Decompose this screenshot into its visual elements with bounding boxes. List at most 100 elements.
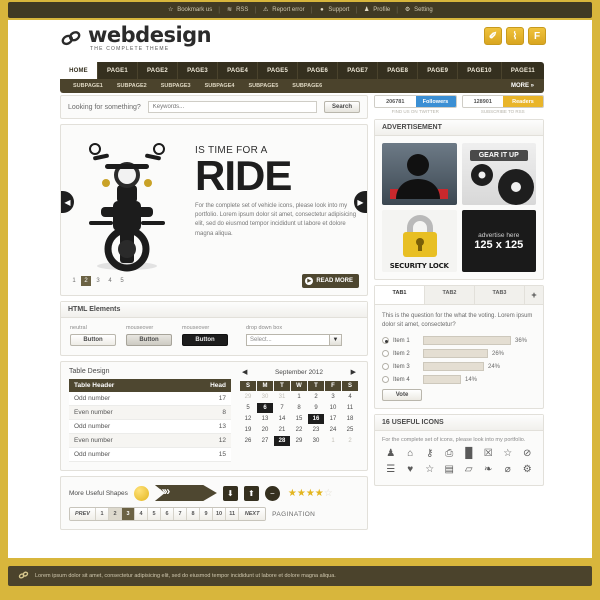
calendar-day[interactable]: 24 xyxy=(325,425,341,435)
pagination-prev[interactable]: PREV xyxy=(70,508,96,520)
nav-item-page5[interactable]: PAGE5 xyxy=(258,62,299,79)
nav-item-page6[interactable]: PAGE6 xyxy=(298,62,339,79)
ad-advertise-here[interactable]: advertise here 125 x 125 xyxy=(461,210,536,272)
poll-radio[interactable] xyxy=(382,350,389,357)
no-entry-icon[interactable]: ⊘ xyxy=(519,447,537,461)
calendar-day[interactable]: 14 xyxy=(274,414,290,424)
top-bar-item-setting[interactable]: ⚙ Setting xyxy=(398,7,439,14)
calendar-day[interactable]: 5 xyxy=(240,403,256,413)
calendar-day[interactable]: 1 xyxy=(291,392,307,402)
ad-im-georgia[interactable]: I'm Georgia xyxy=(382,143,457,205)
minus-button[interactable]: − xyxy=(264,485,280,501)
star-outline-icon[interactable]: ☆ xyxy=(421,463,439,477)
twitter-icon[interactable]: ✐ xyxy=(484,27,502,45)
nav-subitem-subpage5[interactable]: SUBPAGE5 xyxy=(241,83,285,89)
star-filled[interactable]: ★ xyxy=(297,488,306,499)
slider-dot-4[interactable]: 4 xyxy=(105,276,115,286)
search-input[interactable] xyxy=(147,101,317,113)
calendar-day[interactable]: 19 xyxy=(240,425,256,435)
nav-subitem-subpage4[interactable]: SUBPAGE4 xyxy=(198,83,242,89)
tab-tab3[interactable]: TAB3 xyxy=(475,286,525,304)
calendar-day[interactable]: 7 xyxy=(274,403,290,413)
nav-item-page9[interactable]: PAGE9 xyxy=(418,62,459,79)
pagination-page-8[interactable]: 8 xyxy=(187,508,200,520)
tag-icon[interactable]: ▱ xyxy=(460,463,478,477)
poll-radio[interactable] xyxy=(382,376,389,383)
nav-item-home[interactable]: HOME xyxy=(60,62,98,79)
search-button[interactable]: Search xyxy=(324,101,360,113)
pagination-page-10[interactable]: 10 xyxy=(213,508,227,520)
nav-item-page3[interactable]: PAGE3 xyxy=(178,62,219,79)
calendar-day[interactable]: 1 xyxy=(325,436,341,446)
ad-gear-it-up[interactable]: GEAR IT UP xyxy=(461,143,536,205)
poll-radio[interactable] xyxy=(382,337,389,344)
home-icon[interactable]: ⌂ xyxy=(402,447,420,461)
star-empty[interactable]: ☆ xyxy=(324,488,333,499)
pagination-page-1[interactable]: 1 xyxy=(96,508,109,520)
calendar-day[interactable]: 11 xyxy=(342,403,358,413)
calendar-day[interactable]: 25 xyxy=(342,425,358,435)
calendar-day[interactable]: 8 xyxy=(291,403,307,413)
book-icon[interactable]: ▤ xyxy=(441,463,459,477)
calendar-day[interactable]: 29 xyxy=(240,392,256,402)
slider-dot-1[interactable]: 1 xyxy=(69,276,79,286)
calendar-day[interactable]: 2 xyxy=(308,392,324,402)
calendar-day[interactable]: 23 xyxy=(308,425,324,435)
nav-more-link[interactable]: MORE » xyxy=(511,83,538,89)
star-rating[interactable]: ★ ★ ★ ★ ☆ xyxy=(288,488,333,499)
calendar-day[interactable]: 30 xyxy=(257,392,273,402)
nav-subitem-subpage3[interactable]: SUBPAGE3 xyxy=(154,83,198,89)
counter-label[interactable]: Readers xyxy=(503,96,543,107)
pagination-next[interactable]: NEXT xyxy=(239,508,266,520)
star-half[interactable]: ★ xyxy=(315,488,324,499)
calendar-day[interactable]: 12 xyxy=(240,414,256,424)
calendar-day[interactable]: 31 xyxy=(274,392,290,402)
calendar-prev-button[interactable]: ◀ xyxy=(242,368,247,376)
arrow-up-button[interactable]: ⬆ xyxy=(243,485,259,501)
calendar-day[interactable]: 10 xyxy=(325,403,341,413)
pagination-page-9[interactable]: 9 xyxy=(200,508,213,520)
slider-dot-5[interactable]: 5 xyxy=(117,276,127,286)
button-neutral[interactable]: Button xyxy=(70,334,116,346)
top-bar-item-support[interactable]: ● Support xyxy=(312,7,355,14)
star-icon[interactable]: ☆ xyxy=(499,447,517,461)
top-bar-item-profile[interactable]: ♟ Profile xyxy=(357,7,396,14)
forbidden-icon[interactable]: ⌀ xyxy=(499,463,517,477)
counter-label[interactable]: Followers xyxy=(415,96,456,107)
calendar-day[interactable]: 16 xyxy=(308,414,324,424)
bar-chart-icon[interactable]: █ xyxy=(460,447,478,461)
key-icon[interactable]: ⚷ xyxy=(421,447,439,461)
slider-dot-3[interactable]: 3 xyxy=(93,276,103,286)
nav-subitem-subpage6[interactable]: SUBPAGE6 xyxy=(285,83,329,89)
tab-tab2[interactable]: TAB2 xyxy=(425,286,475,304)
calendar-day[interactable]: 18 xyxy=(342,414,358,424)
poll-radio[interactable] xyxy=(382,363,389,370)
ad-security-lock[interactable]: SECURITY LOCK xyxy=(382,210,457,272)
video-camera-icon[interactable]: ⎙ xyxy=(441,447,459,461)
calendar-day[interactable]: 20 xyxy=(257,425,273,435)
calendar-day[interactable]: 15 xyxy=(291,414,307,424)
calendar-day[interactable]: 9 xyxy=(308,403,324,413)
nav-item-page7[interactable]: PAGE7 xyxy=(338,62,379,79)
rss-icon[interactable]: ⌇ xyxy=(506,27,524,45)
calendar-day[interactable]: 30 xyxy=(308,436,324,446)
calendar-day[interactable]: 26 xyxy=(240,436,256,446)
slider-dot-2[interactable]: 2 xyxy=(81,276,91,286)
nav-item-page10[interactable]: PAGE10 xyxy=(458,62,502,79)
user-icon[interactable]: ♟ xyxy=(382,447,400,461)
read-more-button[interactable]: ▶ READ MORE xyxy=(302,274,359,288)
logo[interactable]: webdesign THE COMPLETE THEME xyxy=(60,25,212,52)
nav-item-page1[interactable]: PAGE1 xyxy=(98,62,138,79)
pagination-page-5[interactable]: 5 xyxy=(148,508,161,520)
dropdown-select[interactable]: Select... ▼ xyxy=(246,334,342,346)
top-bar-item-bookmark-us[interactable]: ☆ Bookmark us xyxy=(161,7,218,14)
calendar-day[interactable]: 2 xyxy=(342,436,358,446)
tab-tab1[interactable]: TAB1 xyxy=(375,286,425,304)
calendar-day[interactable]: 27 xyxy=(257,436,273,446)
calendar-day[interactable]: 28 xyxy=(274,436,290,446)
pagination-page-7[interactable]: 7 xyxy=(174,508,187,520)
heart-icon[interactable]: ♥ xyxy=(402,463,420,477)
facebook-icon[interactable]: F xyxy=(528,27,546,45)
pagination-page-3[interactable]: 3 xyxy=(122,508,135,520)
pagination-page-11[interactable]: 11 xyxy=(226,508,240,520)
